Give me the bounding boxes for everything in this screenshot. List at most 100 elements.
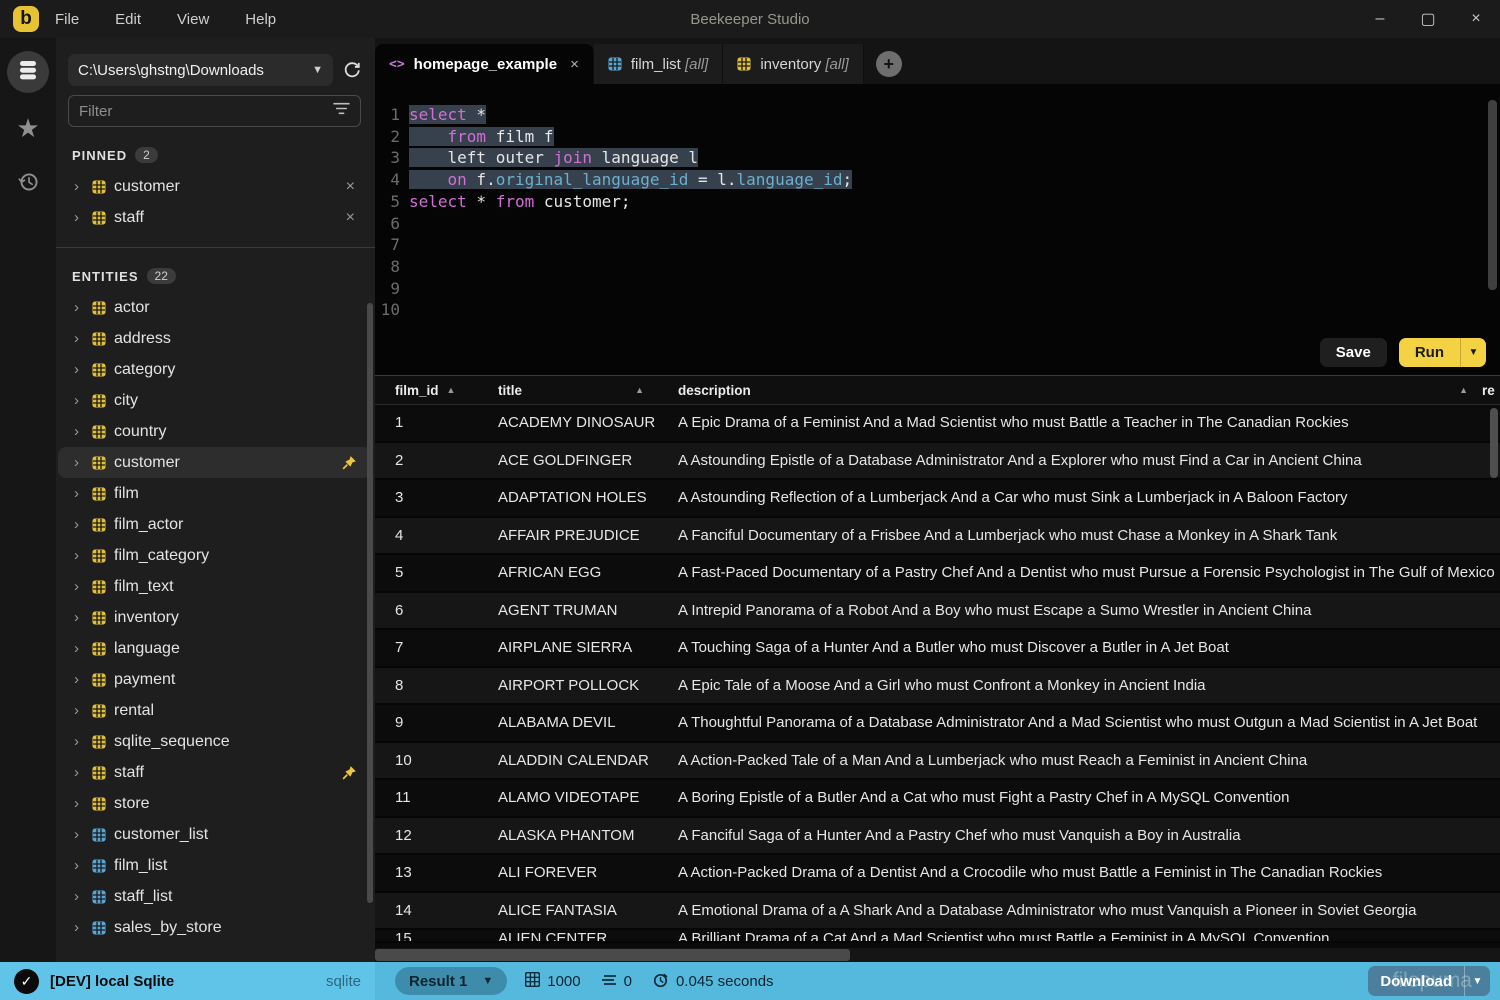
chevron-right-icon[interactable]: › — [74, 640, 92, 657]
result-selector[interactable]: Result 1 ▼ — [395, 967, 508, 995]
cell-film-id[interactable]: 10 — [375, 752, 478, 769]
chevron-right-icon[interactable]: › — [74, 547, 92, 564]
entity-item-category[interactable]: › category — [58, 354, 371, 385]
chevron-right-icon[interactable]: › — [74, 826, 92, 843]
menu-help[interactable]: Help — [245, 11, 276, 28]
cell-description[interactable]: A Action-Packed Drama of a Dentist And a… — [658, 864, 1500, 881]
entity-item-customer[interactable]: › customer — [58, 447, 371, 478]
cell-title[interactable]: ACADEMY DINOSAUR — [478, 414, 658, 431]
entity-item-staff_list[interactable]: › staff_list — [58, 881, 371, 912]
chevron-right-icon[interactable]: › — [74, 702, 92, 719]
cell-description[interactable]: A Fanciful Documentary of a Frisbee And … — [658, 527, 1500, 544]
entity-item-film_text[interactable]: › film_text — [58, 571, 371, 602]
chevron-right-icon[interactable]: › — [74, 361, 92, 378]
tab-homepage_example[interactable]: <> homepage_example × — [375, 44, 594, 84]
entity-item-film_actor[interactable]: › film_actor — [58, 509, 371, 540]
table-row[interactable]: 7 AIRPLANE SIERRA A Touching Saga of a H… — [375, 630, 1500, 668]
entity-item-customer_list[interactable]: › customer_list — [58, 819, 371, 850]
tab-film_list[interactable]: film_list [all] — [593, 44, 724, 84]
editor-scrollbar[interactable] — [1488, 100, 1497, 290]
cell-title[interactable]: AFFAIR PREJUDICE — [478, 527, 658, 544]
pin-icon[interactable] — [342, 455, 361, 470]
chevron-right-icon[interactable]: › — [74, 178, 92, 195]
download-options-button[interactable]: ▼ — [1464, 966, 1490, 996]
chevron-right-icon[interactable]: › — [74, 888, 92, 905]
entity-item-rental[interactable]: › rental — [58, 695, 371, 726]
table-row[interactable]: 1 ACADEMY DINOSAUR A Epic Drama of a Fem… — [375, 405, 1500, 443]
table-row[interactable]: 12 ALASKA PHANTOM A Fanciful Saga of a H… — [375, 817, 1500, 855]
cell-description[interactable]: A Epic Tale of a Moose And a Girl who mu… — [658, 677, 1500, 694]
minimize-button[interactable]: – — [1356, 0, 1404, 38]
table-row[interactable]: 6 AGENT TRUMAN A Intrepid Panorama of a … — [375, 592, 1500, 630]
column-header-partial[interactable]: re — [1482, 383, 1500, 398]
table-row[interactable]: 11 ALAMO VIDEOTAPE A Boring Epistle of a… — [375, 780, 1500, 818]
chevron-right-icon[interactable]: › — [74, 330, 92, 347]
entity-item-city[interactable]: › city — [58, 385, 371, 416]
close-tab-icon[interactable]: × — [570, 56, 579, 73]
chevron-right-icon[interactable]: › — [74, 733, 92, 750]
cell-film-id[interactable]: 7 — [375, 639, 478, 656]
tables-panel-button[interactable] — [7, 51, 49, 93]
entity-item-film_category[interactable]: › film_category — [58, 540, 371, 571]
tab-inventory[interactable]: inventory [all] — [723, 44, 864, 84]
entity-item-language[interactable]: › language — [58, 633, 371, 664]
cell-film-id[interactable]: 13 — [375, 864, 478, 881]
download-button[interactable]: Download — [1368, 973, 1464, 990]
entity-item-actor[interactable]: › actor — [58, 292, 371, 323]
entity-item-film_list[interactable]: › film_list — [58, 850, 371, 881]
table-row[interactable]: 13 ALI FOREVER A Action-Packed Drama of … — [375, 855, 1500, 893]
column-header-film_id[interactable]: film_id ▲ — [375, 383, 478, 398]
cell-film-id[interactable]: 8 — [375, 677, 478, 694]
cell-film-id[interactable]: 5 — [375, 564, 478, 581]
chevron-right-icon[interactable]: › — [74, 671, 92, 688]
chevron-right-icon[interactable]: › — [74, 795, 92, 812]
column-header-title[interactable]: title ▲ — [478, 383, 658, 398]
cell-description[interactable]: A Touching Saga of a Hunter And a Butler… — [658, 639, 1500, 656]
cell-title[interactable]: ACE GOLDFINGER — [478, 452, 658, 469]
chevron-right-icon[interactable]: › — [74, 764, 92, 781]
favorites-panel-button[interactable]: ★ — [7, 107, 49, 149]
new-tab-button[interactable]: + — [875, 51, 902, 77]
history-panel-button[interactable] — [7, 163, 49, 205]
cell-film-id[interactable]: 11 — [375, 789, 478, 806]
unpin-button[interactable]: × — [340, 209, 361, 227]
chevron-right-icon[interactable]: › — [74, 454, 92, 471]
cell-title[interactable]: AIRPORT POLLOCK — [478, 677, 658, 694]
cell-film-id[interactable]: 1 — [375, 414, 478, 431]
column-header-description[interactable]: description ▲ — [658, 383, 1482, 398]
cell-description[interactable]: A Fanciful Saga of a Hunter And a Pastry… — [658, 827, 1500, 844]
cell-title[interactable]: ALI FOREVER — [478, 864, 658, 881]
cell-description[interactable]: A Epic Drama of a Feminist And a Mad Sci… — [658, 414, 1500, 431]
run-options-button[interactable]: ▼ — [1460, 338, 1486, 367]
chevron-right-icon[interactable]: › — [74, 392, 92, 409]
chevron-right-icon[interactable]: › — [74, 919, 92, 936]
table-row[interactable]: 15 ALIEN CENTER A Brilliant Drama of a C… — [375, 930, 1500, 943]
entity-item-address[interactable]: › address — [58, 323, 371, 354]
cell-description[interactable]: A Emotional Drama of a A Shark And a Dat… — [658, 902, 1500, 919]
table-row[interactable]: 4 AFFAIR PREJUDICE A Fanciful Documentar… — [375, 517, 1500, 555]
table-row[interactable]: 5 AFRICAN EGG A Fast-Paced Documentary o… — [375, 555, 1500, 593]
cell-film-id[interactable]: 15 — [375, 930, 478, 941]
cell-title[interactable]: ADAPTATION HOLES — [478, 489, 658, 506]
table-row[interactable]: 2 ACE GOLDFINGER A Astounding Epistle of… — [375, 442, 1500, 480]
entity-item-sqlite_sequence[interactable]: › sqlite_sequence — [58, 726, 371, 757]
sidebar-scrollbar[interactable] — [367, 303, 373, 903]
entity-item-store[interactable]: › store — [58, 788, 371, 819]
chevron-right-icon[interactable]: › — [74, 423, 92, 440]
entity-item-sales_by_store[interactable]: › sales_by_store — [58, 912, 371, 943]
cell-film-id[interactable]: 6 — [375, 602, 478, 619]
table-row[interactable]: 8 AIRPORT POLLOCK A Epic Tale of a Moose… — [375, 667, 1500, 705]
results-horizontal-scrollbar[interactable] — [375, 949, 850, 961]
close-button[interactable]: × — [1452, 0, 1500, 38]
chevron-right-icon[interactable]: › — [74, 609, 92, 626]
cell-film-id[interactable]: 4 — [375, 527, 478, 544]
chevron-right-icon[interactable]: › — [74, 516, 92, 533]
cell-description[interactable]: A Boring Epistle of a Butler And a Cat w… — [658, 789, 1500, 806]
entity-item-inventory[interactable]: › inventory — [58, 602, 371, 633]
refresh-button[interactable] — [343, 61, 361, 79]
entity-item-country[interactable]: › country — [58, 416, 371, 447]
database-selector[interactable]: C:\Users\ghstng\Downloads ▼ — [68, 54, 333, 86]
pin-icon[interactable] — [342, 765, 361, 780]
table-row[interactable]: 9 ALABAMA DEVIL A Thoughtful Panorama of… — [375, 705, 1500, 743]
cell-film-id[interactable]: 12 — [375, 827, 478, 844]
